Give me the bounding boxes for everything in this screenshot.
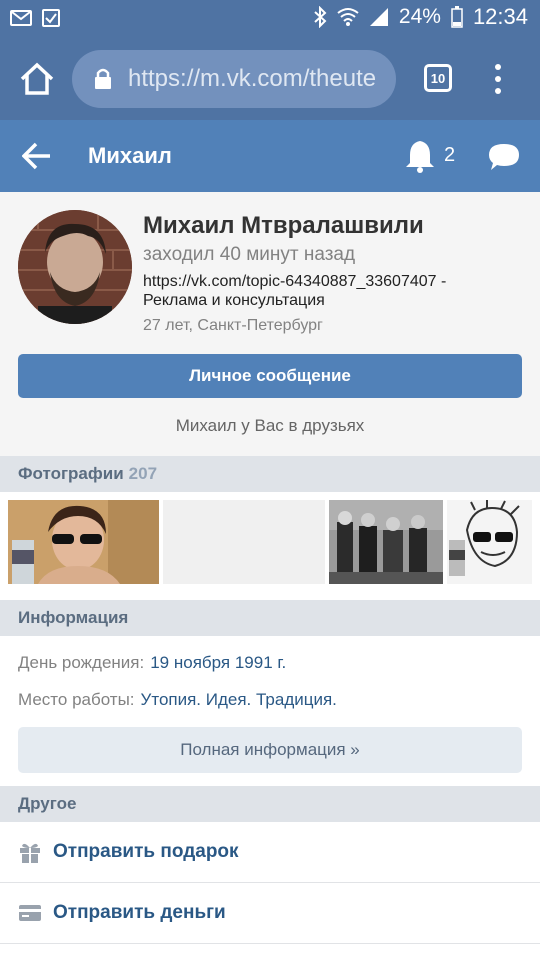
header-title: Михаил: [88, 143, 172, 168]
chat-bubble-icon: [489, 144, 519, 170]
messages-button[interactable]: [488, 142, 520, 172]
other-title: Другое: [18, 794, 77, 813]
info-title: Информация: [18, 608, 129, 627]
battery-percent: 24%: [398, 5, 441, 28]
send-message-button[interactable]: Личное сообщение: [18, 354, 522, 398]
last-seen-text: заходил 40 минут назад: [143, 244, 356, 265]
card-icon: [19, 905, 41, 921]
send-gift-label: Отправить подарок: [53, 841, 239, 862]
dot-icon: [495, 88, 501, 94]
birthday-value[interactable]: 19 ноября 1991 г.: [150, 653, 286, 672]
info-section-header: Информация: [0, 600, 540, 636]
wifi-icon: [337, 8, 359, 26]
other-section-header: Другое: [0, 786, 540, 822]
lock-icon: [95, 68, 111, 89]
avatar[interactable]: [18, 210, 132, 324]
profile-name: Михаил Мтвралашвили: [143, 212, 424, 239]
gift-icon: [20, 843, 40, 863]
other-block: Отправить подарок Отправить деньги: [0, 822, 540, 960]
notifications-button[interactable]: [404, 139, 436, 173]
back-arrow-icon: [21, 142, 50, 170]
work-label: Место работы:: [18, 690, 135, 709]
info-block: День рождения: 19 ноября 1991 г. Место ра…: [0, 636, 540, 786]
work-row: Место работы: Утопия. Идея. Традиция.: [18, 690, 337, 710]
tab-switcher-button[interactable]: 10: [424, 64, 452, 92]
home-button[interactable]: [18, 60, 56, 98]
send-money-label: Отправить деньги: [53, 902, 226, 923]
photos-count: 207: [128, 464, 158, 483]
home-icon: [20, 62, 54, 95]
photo-thumbnail[interactable]: [8, 500, 159, 584]
friend-status: Михаил у Вас в друзьях: [175, 416, 365, 435]
task-check-icon: [42, 8, 64, 28]
dot-icon: [495, 76, 501, 82]
birthday-label: День рождения:: [18, 653, 145, 672]
bluetooth-icon: [314, 6, 327, 28]
photos-strip: [0, 492, 540, 600]
full-info-button[interactable]: Полная информация »: [18, 727, 522, 773]
bell-icon: [406, 141, 434, 173]
notifications-count: 2: [444, 144, 456, 166]
photo-thumbnail[interactable]: [447, 500, 532, 584]
profile-details: 27 лет, Санкт-Петербург: [143, 317, 323, 334]
photo-thumbnail[interactable]: [163, 500, 325, 584]
birthday-row: День рождения: 19 ноября 1991 г.: [18, 653, 286, 673]
photos-section-header[interactable]: Фотографии 207: [0, 456, 540, 492]
photo-thumbnail[interactable]: [329, 500, 443, 584]
clock: 12:34: [472, 4, 528, 29]
gmail-icon: [10, 8, 32, 28]
more-menu-button[interactable]: [486, 62, 510, 96]
signal-icon: [369, 8, 388, 26]
battery-icon: [451, 6, 463, 28]
vk-header: Михаил 2: [0, 120, 540, 192]
dot-icon: [495, 64, 501, 70]
photos-title: Фотографии: [18, 464, 124, 483]
address-bar[interactable]: https://m.vk.com/theute: [72, 50, 396, 108]
status-link[interactable]: https://vk.com/topic-64340887_33607407 -: [143, 272, 523, 291]
divider: [0, 943, 540, 944]
work-value[interactable]: Утопия. Идея. Традиция.: [141, 690, 337, 709]
status-text: Реклама и консультация: [143, 292, 325, 309]
send-gift-row[interactable]: Отправить подарок: [0, 822, 540, 882]
url-text: https://m.vk.com/theute: [128, 65, 377, 92]
browser-toolbar: https://m.vk.com/theute 10: [0, 38, 540, 120]
back-button[interactable]: [21, 142, 52, 170]
send-money-row[interactable]: Отправить деньги: [0, 883, 540, 943]
status-bar: 24% 12:34: [0, 0, 540, 38]
profile-card: Михаил Мтвралашвили заходил 40 минут наз…: [0, 192, 540, 456]
profile-status: https://vk.com/topic-64340887_33607407 -…: [143, 272, 523, 310]
